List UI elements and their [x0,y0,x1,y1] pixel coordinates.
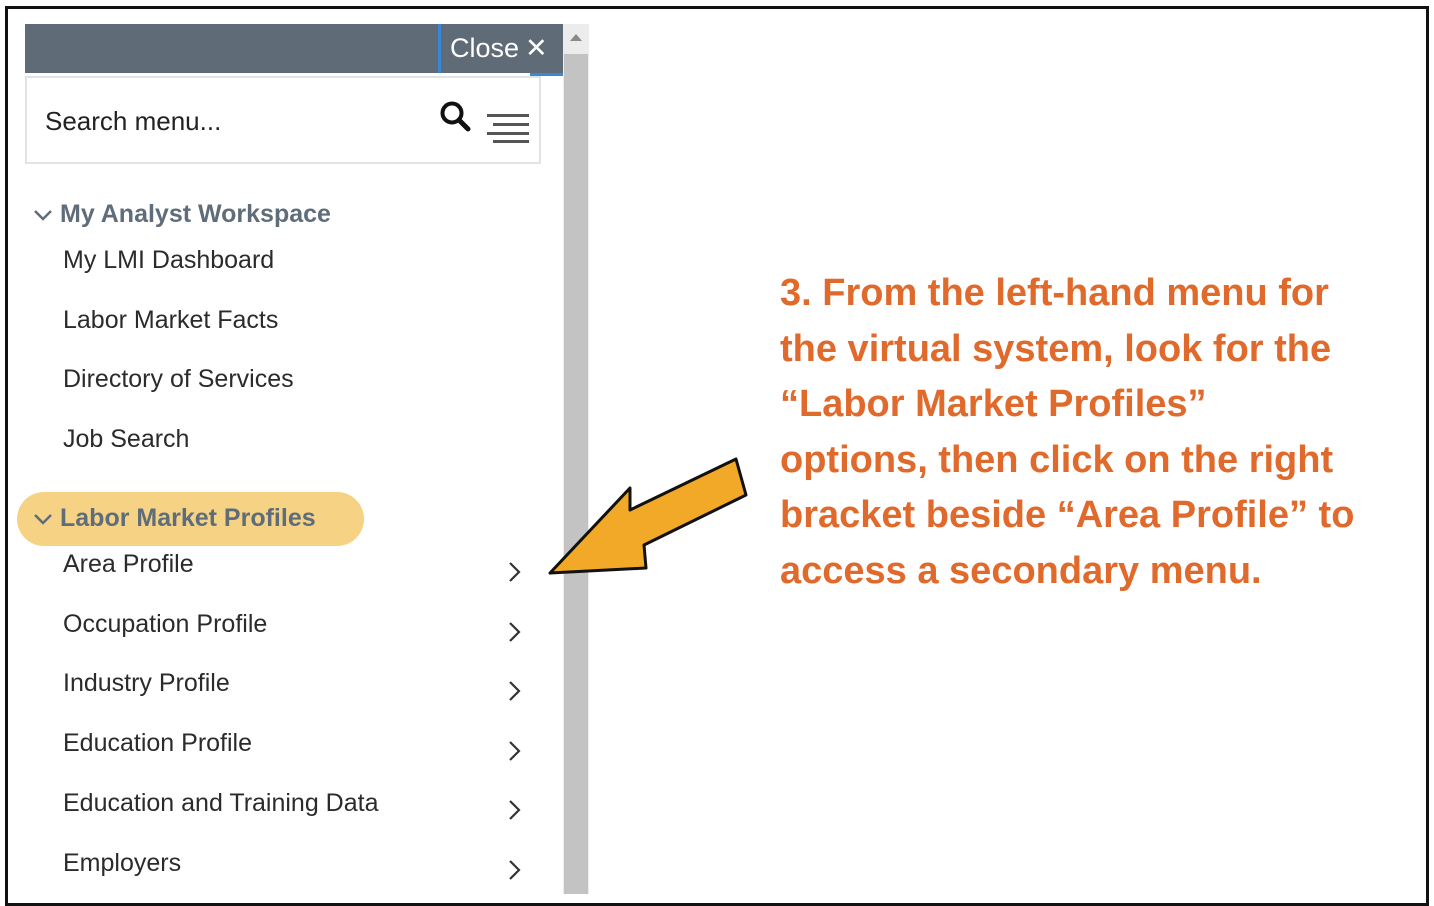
menu-item-area-profile[interactable]: Area Profile [63,550,194,579]
instruction-line: “Labor Market Profiles” [780,383,1207,425]
instruction-line: bracket beside “Area Profile” to [780,494,1355,536]
menu-item-directory-of-services[interactable]: Directory of Services [63,365,294,394]
instruction-line: access a secondary menu. [780,549,1262,592]
menu-item-occupation-profile[interactable]: Occupation Profile [63,610,267,639]
chevron-right-icon[interactable] [505,797,525,823]
close-label: Close [450,32,520,63]
menu-item-my-lmi-dashboard[interactable]: My LMI Dashboard [63,246,274,275]
chevron-down-icon [34,209,52,221]
menu-item-industry-profile[interactable]: Industry Profile [63,669,230,698]
chevron-right-icon[interactable] [505,619,525,645]
section-title: Labor Market Profiles [60,504,316,532]
close-icon: ✕ [525,32,548,63]
menu-topbar: Close ✕ [25,24,563,73]
instruction-line: the virtual system, look for the [780,327,1332,370]
search-input[interactable] [43,100,427,142]
callout-arrow-icon [548,457,748,575]
menu-item-job-search[interactable]: Job Search [63,425,189,454]
side-menu-panel: Close ✕ [25,24,563,894]
scroll-up-arrow-icon[interactable] [563,24,589,50]
chevron-down-icon [34,513,52,525]
chevron-right-icon[interactable] [505,678,525,704]
chevron-right-icon[interactable] [505,738,525,764]
instruction-text: 3. From the left-hand menu for the virtu… [780,266,1420,599]
section-labor-market-profiles[interactable]: Labor Market Profiles [32,504,316,533]
menu-item-education-and-training-data[interactable]: Education and Training Data [63,789,379,818]
topbar-divider [438,24,441,73]
search-box [25,76,541,164]
menu-item-employers[interactable]: Employers [63,849,181,878]
instruction-line: 3. From the left-hand menu for [780,272,1329,314]
instruction-line: options, then click on the right [780,438,1334,481]
chevron-right-icon[interactable] [505,559,525,585]
close-menu-button[interactable]: Close ✕ [450,30,548,66]
list-view-icon[interactable] [487,114,529,144]
chevron-right-icon[interactable] [505,857,525,883]
menu-item-labor-market-facts[interactable]: Labor Market Facts [63,306,278,335]
section-title: My Analyst Workspace [60,200,331,228]
section-my-analyst-workspace[interactable]: My Analyst Workspace [32,200,331,229]
menu-item-education-profile[interactable]: Education Profile [63,729,252,758]
search-icon[interactable] [439,100,473,134]
